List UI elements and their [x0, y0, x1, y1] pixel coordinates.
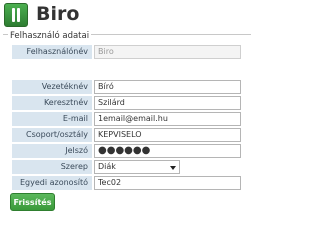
chevron-down-icon [170, 166, 176, 170]
lastname-field[interactable]: Bíró [94, 80, 241, 94]
firstname-row: Keresztnév Szilárd [12, 96, 244, 110]
lastname-row: Vezetéknév Bíró [12, 80, 244, 94]
role-select-value: Diák [98, 162, 116, 171]
email-row: E-mail 1email@email.hu [12, 112, 244, 126]
identifier-label: Egyedi azonosító [12, 176, 92, 190]
role-label: Szerep [12, 160, 92, 174]
lastname-label: Vezetéknév [12, 80, 92, 94]
username-label: Felhasználónév [12, 45, 92, 59]
fieldset-legend: Felhasználó adatai [8, 31, 92, 41]
group-label: Csoport/osztály [12, 128, 92, 142]
firstname-field[interactable]: Szilárd [94, 96, 241, 110]
email-field[interactable]: 1email@email.hu [94, 112, 241, 126]
password-label: Jelszó [12, 144, 92, 158]
email-label: E-mail [12, 112, 92, 126]
page-header: Biro [0, 0, 255, 28]
group-row: Csoport/osztály KEPVISELO [12, 128, 244, 142]
password-field[interactable]: ●●●●●● [94, 144, 241, 158]
group-field[interactable]: KEPVISELO [94, 128, 241, 142]
password-row: Jelszó ●●●●●● [12, 144, 244, 158]
identifier-row: Egyedi azonosító Tec02 [12, 176, 244, 190]
role-row: Szerep Diák [12, 160, 244, 174]
app-logo-icon [4, 3, 28, 27]
page-title: Biro [36, 3, 80, 25]
refresh-button[interactable]: Frissítés [10, 193, 55, 211]
username-field: Biro [94, 45, 241, 59]
firstname-label: Keresztnév [12, 96, 92, 110]
identifier-field[interactable]: Tec02 [94, 176, 241, 190]
role-select[interactable]: Diák [94, 160, 180, 174]
username-row: Felhasználónév Biro [12, 45, 244, 59]
